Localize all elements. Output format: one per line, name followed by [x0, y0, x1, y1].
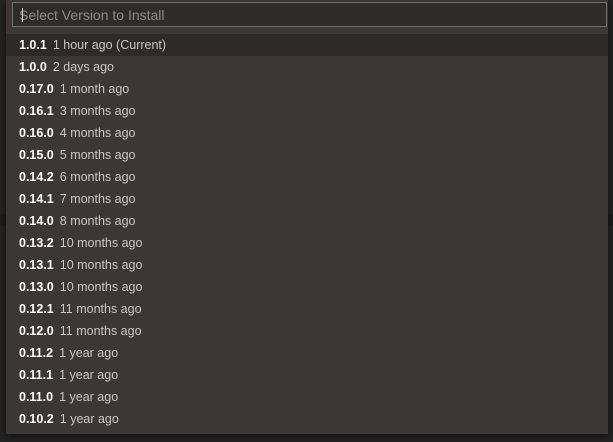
version-item[interactable]: 0.11.0 1 year ago: [6, 386, 608, 408]
version-item[interactable]: 0.10.2 1 year ago: [6, 408, 608, 430]
version-age: 4 months ago: [59, 126, 136, 140]
version-item[interactable]: 0.14.0 8 months ago: [6, 210, 608, 232]
version-search-input[interactable]: [13, 3, 606, 26]
version-item[interactable]: 0.14.1 7 months ago: [6, 188, 608, 210]
version-item[interactable]: 0.11.2 1 year ago: [6, 342, 608, 364]
version-age: 8 months ago: [59, 214, 136, 228]
version-age: 10 months ago: [59, 236, 143, 250]
version-age: 3 months ago: [59, 104, 136, 118]
version-item[interactable]: 0.12.1 11 months ago: [6, 298, 608, 320]
version-list: 1.0.1 1 hour ago (Current) 1.0.0 2 days ag…: [6, 34, 608, 430]
version-age: 1 month ago: [59, 82, 130, 96]
version-item[interactable]: 0.16.0 4 months ago: [6, 122, 608, 144]
quick-pick-panel: 1.0.1 1 hour ago (Current) 1.0.0 2 days ag…: [6, 0, 608, 434]
version-number: 0.13.0: [19, 280, 54, 294]
version-number: 0.11.0: [19, 390, 54, 404]
version-number: 0.14.0: [19, 214, 54, 228]
version-number: 0.14.2: [19, 170, 54, 184]
version-number: 0.15.0: [19, 148, 54, 162]
version-item[interactable]: 0.17.0 1 month ago: [6, 78, 608, 100]
version-age: 1 year ago: [59, 346, 119, 360]
version-item[interactable]: 0.12.0 11 months ago: [6, 320, 608, 342]
version-number: 0.16.0: [19, 126, 54, 140]
text-caret: [22, 8, 23, 22]
version-age: 11 months ago: [59, 324, 142, 338]
version-age: 1 year ago: [59, 412, 119, 426]
version-age: 1 hour ago (Current): [52, 38, 167, 52]
version-number: 1.0.0: [19, 60, 47, 74]
version-number: 0.12.0: [19, 324, 54, 338]
version-number: 1.0.1: [19, 38, 47, 52]
version-number: 0.12.1: [19, 302, 54, 316]
version-number: 0.11.2: [19, 346, 54, 360]
version-item[interactable]: 0.15.0 5 months ago: [6, 144, 608, 166]
version-age: 10 months ago: [59, 258, 143, 272]
version-item[interactable]: 0.11.1 1 year ago: [6, 364, 608, 386]
version-item[interactable]: 1.0.0 2 days ago: [6, 56, 608, 78]
version-age: 1 year ago: [59, 368, 119, 382]
version-age: 10 months ago: [59, 280, 143, 294]
version-number: 0.14.1: [19, 192, 54, 206]
version-number: 0.16.1: [19, 104, 54, 118]
version-age: 6 months ago: [59, 170, 136, 184]
version-item[interactable]: 0.13.2 10 months ago: [6, 232, 608, 254]
version-number: 0.17.0: [19, 82, 54, 96]
version-item[interactable]: 0.14.2 6 months ago: [6, 166, 608, 188]
version-item[interactable]: 1.0.1 1 hour ago (Current): [6, 34, 608, 56]
version-item[interactable]: 0.16.1 3 months ago: [6, 100, 608, 122]
version-number: 0.11.1: [19, 368, 54, 382]
version-age: 5 months ago: [59, 148, 136, 162]
version-item[interactable]: 0.13.0 10 months ago: [6, 276, 608, 298]
version-item[interactable]: 0.13.1 10 months ago: [6, 254, 608, 276]
version-age: 7 months ago: [59, 192, 136, 206]
version-number: 0.13.2: [19, 236, 54, 250]
version-number: 0.10.2: [19, 412, 54, 426]
version-search-field[interactable]: [12, 2, 607, 27]
version-age: 2 days ago: [52, 60, 114, 74]
version-age: 1 year ago: [59, 390, 119, 404]
version-number: 0.13.1: [19, 258, 54, 272]
version-age: 11 months ago: [59, 302, 142, 316]
